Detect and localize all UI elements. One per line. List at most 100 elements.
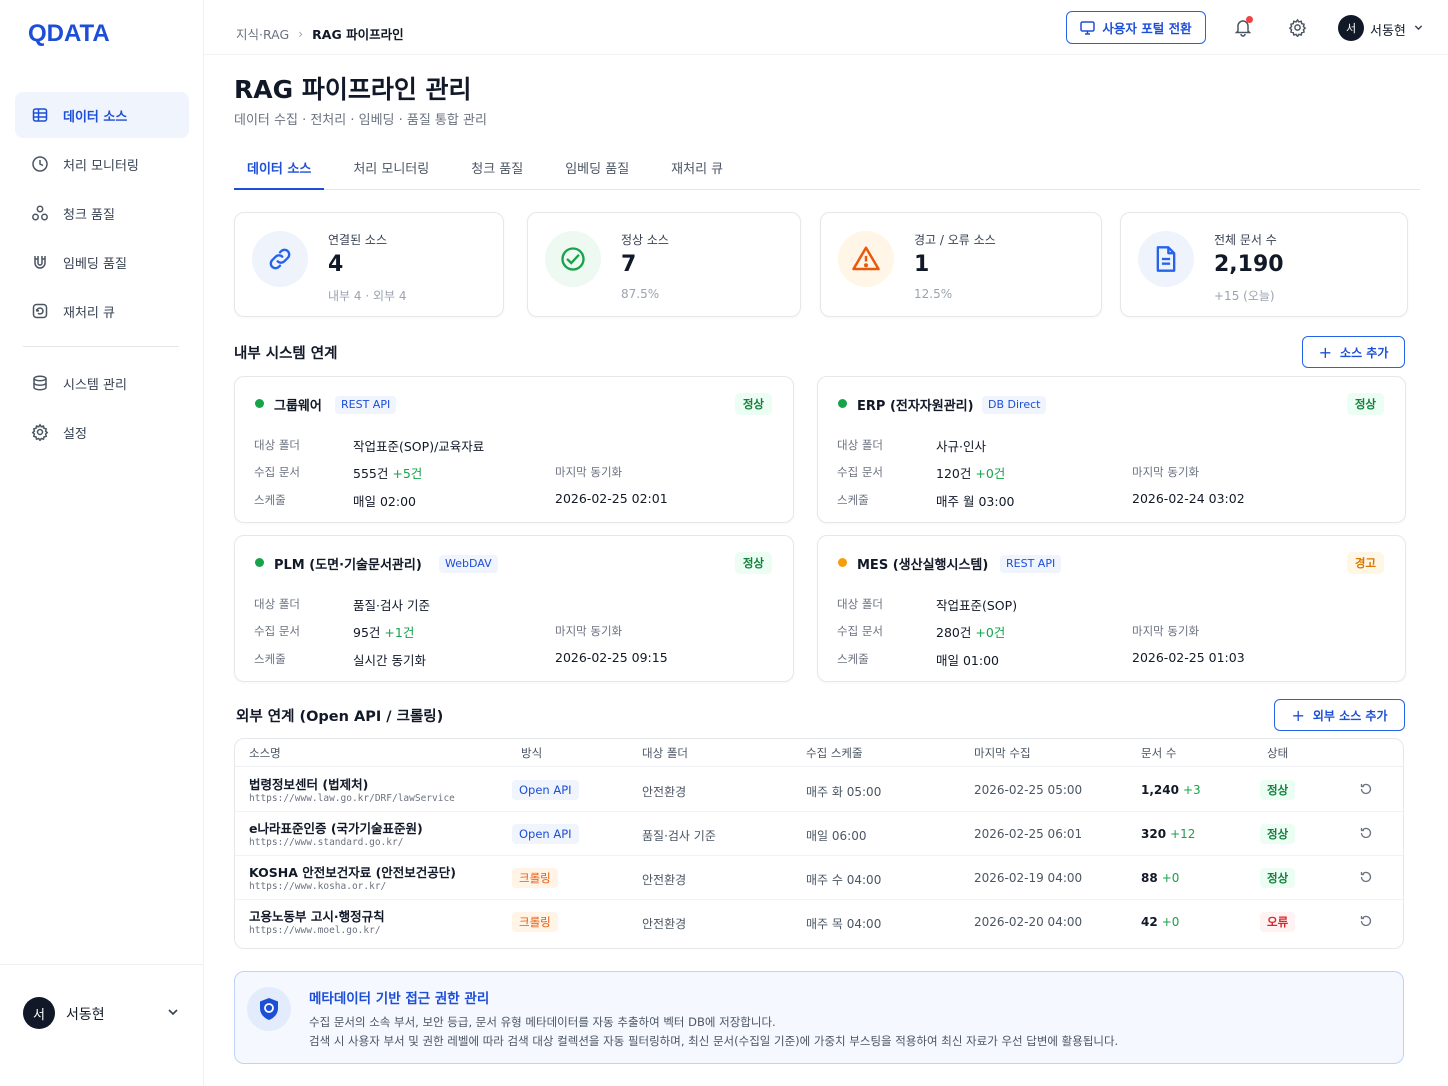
source-type-badge: WebDAV: [439, 555, 498, 573]
sidebar-user[interactable]: 서 서동현: [0, 964, 204, 1086]
sidebar-item-label: 데이터 소스: [63, 109, 128, 125]
source-card-erp[interactable]: ERP (전자자원관리) DB Direct 정상 대상 폴더 사규·인사 수집…: [817, 376, 1406, 523]
sidebar-item-retry-queue[interactable]: 재처리 큐: [15, 288, 189, 334]
table-row[interactable]: 법령정보센터 (법제처) https://www.law.go.kr/DRF/l…: [235, 768, 1403, 812]
chevron-down-icon[interactable]: [166, 1005, 180, 1023]
plus-icon: +: [1318, 342, 1333, 362]
add-source-button[interactable]: + 소스 추가: [1302, 336, 1405, 368]
gear-icon: [31, 423, 49, 441]
tab-monitoring[interactable]: 처리 모니터링: [340, 148, 442, 190]
info-text: 수집 문서의 소속 부서, 보안 등급, 문서 유형 메타데이터를 자동 추출하…: [309, 1015, 776, 1029]
field-label: 마지막 동기화: [555, 624, 623, 638]
tab-bar: 데이터 소스 처리 모니터링 청크 품질 임베딩 품질 재처리 큐: [234, 148, 1420, 190]
doc-delta: +5건: [392, 466, 423, 481]
page-title: RAG 파이프라인 관리: [234, 75, 472, 104]
sidebar-item-label: 설정: [63, 426, 87, 442]
sidebar-item-data-source[interactable]: 데이터 소스: [15, 92, 189, 138]
field-value: 사규·인사: [936, 439, 986, 454]
method-badge: Open API: [512, 824, 579, 844]
add-source-label: 소스 추가: [1340, 345, 1389, 360]
target-folder: 안전환경: [642, 785, 687, 799]
target-folder: 안전환경: [642, 917, 687, 931]
topbar-divider: [204, 54, 1448, 55]
method-badge: 크롤링: [512, 912, 558, 932]
field-value: 매일 01:00: [936, 653, 999, 668]
document-icon: [1138, 231, 1194, 287]
status-badge: 정상: [734, 552, 772, 574]
field-value: 품질·검사 기준: [353, 598, 430, 613]
sidebar-item-system-admin[interactable]: 시스템 관리: [15, 360, 189, 406]
stat-value: 1: [914, 252, 930, 277]
tab-data-source[interactable]: 데이터 소스: [234, 148, 325, 190]
sidebar-item-label: 처리 모니터링: [63, 158, 139, 174]
table-row[interactable]: KOSHA 안전보건자료 (안전보건공단) https://www.kosha.…: [235, 856, 1403, 900]
schedule: 매주 목 04:00: [806, 917, 882, 931]
source-name: ERP (전자자원관리): [857, 399, 974, 414]
sidebar-item-label: 시스템 관리: [63, 377, 127, 393]
field-value: 2026-02-25 01:03: [1132, 650, 1245, 665]
page-subtitle: 데이터 수집 · 전처리 · 임베딩 · 품질 통합 관리: [234, 113, 487, 128]
source-url[interactable]: https://www.law.go.kr/DRF/lawService: [249, 793, 455, 804]
source-name: PLM (도면·기술문서관리): [274, 558, 422, 573]
column-header: 문서 수: [1141, 746, 1177, 760]
sidebar-item-embedding-quality[interactable]: 임베딩 품질: [15, 239, 189, 285]
refresh-icon[interactable]: [1359, 782, 1373, 800]
field-value: 2026-02-25 02:01: [555, 491, 668, 506]
stat-label: 정상 소스: [621, 233, 669, 247]
field-label: 대상 폴더: [837, 438, 883, 452]
stat-card-total-docs: 전체 문서 수 2,190 +15 (오늘): [1120, 212, 1408, 317]
tab-retry-queue[interactable]: 재처리 큐: [658, 148, 736, 190]
warning-icon: [838, 231, 894, 287]
refresh-icon[interactable]: [1359, 870, 1373, 888]
gear-icon[interactable]: [1288, 18, 1307, 41]
breadcrumb-item[interactable]: 지식·RAG: [236, 24, 289, 43]
add-external-source-button[interactable]: + 외부 소스 추가: [1274, 699, 1405, 731]
field-value: 120건 +0건: [936, 463, 1005, 482]
source-url[interactable]: https://www.standard.go.kr/: [249, 837, 403, 848]
source-card-plm[interactable]: PLM (도면·기술문서관리) WebDAV 정상 대상 폴더 품질·검사 기준…: [234, 535, 794, 682]
external-section-title: 외부 연계 (Open API / 크롤링): [236, 709, 444, 725]
link-icon: [252, 231, 308, 287]
field-value: 실시간 동기화: [353, 653, 426, 668]
doc-count-value: 88: [1141, 871, 1158, 885]
chevron-down-icon[interactable]: [1413, 22, 1424, 37]
source-card-groupware[interactable]: 그룹웨어 REST API 정상 대상 폴더 작업표준(SOP)/교육자료 수집…: [234, 376, 794, 523]
source-url[interactable]: https://www.moel.go.kr/: [249, 925, 381, 936]
metadata-access-info: 메타데이터 기반 접근 권한 관리 수집 문서의 소속 부서, 보안 등급, 문…: [234, 971, 1404, 1064]
field-value: 작업표준(SOP)/교육자료: [353, 439, 485, 454]
field-label: 수집 문서: [837, 624, 883, 638]
refresh-icon[interactable]: [1359, 914, 1373, 932]
schedule: 매주 화 05:00: [806, 785, 882, 799]
field-value: 280건 +0건: [936, 622, 1005, 641]
column-header: 소스명: [249, 746, 281, 760]
sidebar-item-settings[interactable]: 설정: [15, 409, 189, 455]
doc-count: 1,240 +3: [1141, 783, 1201, 797]
table-row[interactable]: e나라표준인증 (국가기술표준원) https://www.standard.g…: [235, 812, 1403, 856]
source-card-mes[interactable]: MES (생산실행시스템) REST API 경고 대상 폴더 작업표준(SOP…: [817, 535, 1406, 682]
tab-embedding-quality[interactable]: 임베딩 품질: [552, 148, 642, 190]
source-name: 고용노동부 고시·행정규칙: [249, 909, 385, 924]
doc-count: 95건: [353, 625, 381, 640]
tab-chunk-quality[interactable]: 청크 품질: [458, 148, 536, 190]
info-title: 메타데이터 기반 접근 권한 관리: [309, 991, 490, 1007]
stat-value: 7: [621, 252, 637, 277]
status-badge: 정상: [1260, 868, 1296, 888]
stat-card-connected: 연결된 소스 4 내부 4 · 외부 4: [234, 212, 504, 317]
field-label: 수집 문서: [254, 624, 300, 638]
status-badge: 정상: [734, 393, 772, 415]
user-portal-switch-button[interactable]: 사용자 포털 전환: [1066, 11, 1206, 44]
sidebar-item-chunk-quality[interactable]: 청크 품질: [15, 190, 189, 236]
table-row[interactable]: 고용노동부 고시·행정규칙 https://www.moel.go.kr/ 크롤…: [235, 900, 1403, 944]
sidebar-item-monitoring[interactable]: 처리 모니터링: [15, 141, 189, 187]
last-collected: 2026-02-19 04:00: [974, 871, 1083, 885]
notification-dot: [1246, 16, 1253, 23]
app-logo[interactable]: QDATA: [28, 20, 110, 48]
stat-label: 연결된 소스: [328, 233, 388, 247]
avatar[interactable]: 서: [1338, 15, 1364, 41]
status-badge: 경고: [1346, 552, 1384, 574]
last-collected: 2026-02-20 04:00: [974, 915, 1083, 929]
refresh-icon[interactable]: [1359, 826, 1373, 844]
user-name[interactable]: 서동현: [1370, 20, 1406, 39]
source-url[interactable]: https://www.kosha.or.kr/: [249, 881, 386, 892]
doc-delta: +1건: [384, 625, 415, 640]
